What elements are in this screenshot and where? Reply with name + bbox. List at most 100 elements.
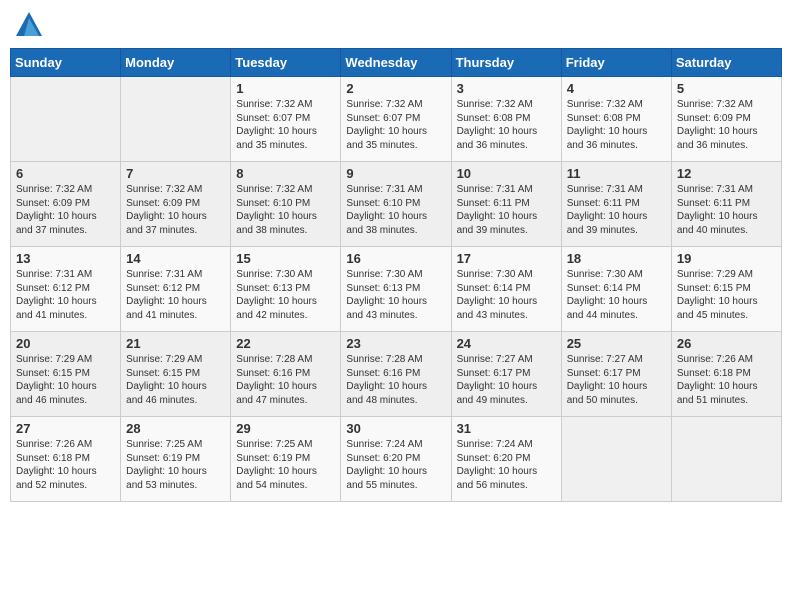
day-header-saturday: Saturday [671,49,781,77]
calendar-cell: 11 Sunrise: 7:31 AM Sunset: 6:11 PM Dayli… [561,162,671,247]
cell-content: Sunrise: 7:26 AM Sunset: 6:18 PM Dayligh… [677,353,776,407]
day-number: 23 [346,336,445,351]
calendar-week-5: 27 Sunrise: 7:26 AM Sunset: 6:18 PM Dayli… [11,417,782,502]
cell-content: Sunrise: 7:24 AM Sunset: 6:20 PM Dayligh… [346,438,445,492]
cell-content: Sunrise: 7:32 AM Sunset: 6:07 PM Dayligh… [346,98,445,152]
logo-icon [14,10,44,40]
calendar-cell: 27 Sunrise: 7:26 AM Sunset: 6:18 PM Dayli… [11,417,121,502]
calendar-cell: 20 Sunrise: 7:29 AM Sunset: 6:15 PM Dayli… [11,332,121,417]
cell-content: Sunrise: 7:26 AM Sunset: 6:18 PM Dayligh… [16,438,115,492]
calendar-cell [11,77,121,162]
day-header-monday: Monday [121,49,231,77]
cell-content: Sunrise: 7:31 AM Sunset: 6:11 PM Dayligh… [677,183,776,237]
cell-content: Sunrise: 7:32 AM Sunset: 6:09 PM Dayligh… [16,183,115,237]
page-header [10,10,782,40]
day-number: 18 [567,251,666,266]
calendar-cell: 14 Sunrise: 7:31 AM Sunset: 6:12 PM Dayli… [121,247,231,332]
day-number: 7 [126,166,225,181]
day-header-friday: Friday [561,49,671,77]
day-number: 30 [346,421,445,436]
cell-content: Sunrise: 7:25 AM Sunset: 6:19 PM Dayligh… [126,438,225,492]
cell-content: Sunrise: 7:27 AM Sunset: 6:17 PM Dayligh… [457,353,556,407]
cell-content: Sunrise: 7:29 AM Sunset: 6:15 PM Dayligh… [16,353,115,407]
cell-content: Sunrise: 7:32 AM Sunset: 6:10 PM Dayligh… [236,183,335,237]
day-header-wednesday: Wednesday [341,49,451,77]
day-number: 28 [126,421,225,436]
day-header-sunday: Sunday [11,49,121,77]
day-number: 22 [236,336,335,351]
calendar-cell: 4 Sunrise: 7:32 AM Sunset: 6:08 PM Daylig… [561,77,671,162]
cell-content: Sunrise: 7:31 AM Sunset: 6:12 PM Dayligh… [126,268,225,322]
calendar-week-4: 20 Sunrise: 7:29 AM Sunset: 6:15 PM Dayli… [11,332,782,417]
day-number: 10 [457,166,556,181]
cell-content: Sunrise: 7:29 AM Sunset: 6:15 PM Dayligh… [677,268,776,322]
calendar-week-2: 6 Sunrise: 7:32 AM Sunset: 6:09 PM Daylig… [11,162,782,247]
day-number: 1 [236,81,335,96]
cell-content: Sunrise: 7:32 AM Sunset: 6:08 PM Dayligh… [567,98,666,152]
day-header-thursday: Thursday [451,49,561,77]
day-number: 20 [16,336,115,351]
cell-content: Sunrise: 7:29 AM Sunset: 6:15 PM Dayligh… [126,353,225,407]
cell-content: Sunrise: 7:24 AM Sunset: 6:20 PM Dayligh… [457,438,556,492]
calendar-cell: 16 Sunrise: 7:30 AM Sunset: 6:13 PM Dayli… [341,247,451,332]
day-number: 24 [457,336,556,351]
cell-content: Sunrise: 7:31 AM Sunset: 6:11 PM Dayligh… [567,183,666,237]
day-number: 6 [16,166,115,181]
calendar-cell: 24 Sunrise: 7:27 AM Sunset: 6:17 PM Dayli… [451,332,561,417]
calendar-cell: 13 Sunrise: 7:31 AM Sunset: 6:12 PM Dayli… [11,247,121,332]
calendar-cell: 30 Sunrise: 7:24 AM Sunset: 6:20 PM Dayli… [341,417,451,502]
day-number: 9 [346,166,445,181]
day-number: 8 [236,166,335,181]
calendar-cell: 7 Sunrise: 7:32 AM Sunset: 6:09 PM Daylig… [121,162,231,247]
calendar-cell: 21Sunrise: 7:29 AM Sunset: 6:15 PM Dayli… [121,332,231,417]
cell-content: Sunrise: 7:31 AM Sunset: 6:10 PM Dayligh… [346,183,445,237]
cell-content: Sunrise: 7:28 AM Sunset: 6:16 PM Dayligh… [346,353,445,407]
calendar-cell: 12Sunrise: 7:31 AM Sunset: 6:11 PM Dayli… [671,162,781,247]
calendar-cell: 25Sunrise: 7:27 AM Sunset: 6:17 PM Dayli… [561,332,671,417]
cell-content: Sunrise: 7:32 AM Sunset: 6:09 PM Dayligh… [126,183,225,237]
day-number: 14 [126,251,225,266]
calendar-cell: 15 Sunrise: 7:30 AM Sunset: 6:13 PM Dayli… [231,247,341,332]
calendar-cell: 17 Sunrise: 7:30 AM Sunset: 6:14 PM Dayli… [451,247,561,332]
day-number: 3 [457,81,556,96]
cell-content: Sunrise: 7:31 AM Sunset: 6:11 PM Dayligh… [457,183,556,237]
day-number: 27 [16,421,115,436]
day-number: 11 [567,166,666,181]
calendar-header-row: SundayMondayTuesdayWednesdayThursdayFrid… [11,49,782,77]
day-number: 5 [677,81,776,96]
cell-content: Sunrise: 7:30 AM Sunset: 6:13 PM Dayligh… [346,268,445,322]
calendar-cell: 9 Sunrise: 7:31 AM Sunset: 6:10 PM Daylig… [341,162,451,247]
cell-content: Sunrise: 7:27 AM Sunset: 6:17 PM Dayligh… [567,353,666,407]
day-number: 13 [16,251,115,266]
cell-content: Sunrise: 7:30 AM Sunset: 6:14 PM Dayligh… [457,268,556,322]
day-number: 4 [567,81,666,96]
cell-content: Sunrise: 7:30 AM Sunset: 6:14 PM Dayligh… [567,268,666,322]
cell-content: Sunrise: 7:32 AM Sunset: 6:08 PM Dayligh… [457,98,556,152]
calendar-cell [671,417,781,502]
calendar-cell: 22 Sunrise: 7:28 AM Sunset: 6:16 PM Dayli… [231,332,341,417]
day-number: 29 [236,421,335,436]
calendar-cell: 29Sunrise: 7:25 AM Sunset: 6:19 PM Dayli… [231,417,341,502]
calendar-cell: 6 Sunrise: 7:32 AM Sunset: 6:09 PM Daylig… [11,162,121,247]
cell-content: Sunrise: 7:30 AM Sunset: 6:13 PM Dayligh… [236,268,335,322]
day-number: 17 [457,251,556,266]
day-number: 16 [346,251,445,266]
calendar-cell: 2Sunrise: 7:32 AM Sunset: 6:07 PM Daylig… [341,77,451,162]
calendar-cell [561,417,671,502]
day-number: 15 [236,251,335,266]
calendar-cell: 8 Sunrise: 7:32 AM Sunset: 6:10 PM Daylig… [231,162,341,247]
cell-content: Sunrise: 7:28 AM Sunset: 6:16 PM Dayligh… [236,353,335,407]
calendar-cell: 26 Sunrise: 7:26 AM Sunset: 6:18 PM Dayli… [671,332,781,417]
calendar-cell: 19Sunrise: 7:29 AM Sunset: 6:15 PM Dayli… [671,247,781,332]
cell-content: Sunrise: 7:32 AM Sunset: 6:07 PM Dayligh… [236,98,335,152]
day-number: 26 [677,336,776,351]
day-number: 31 [457,421,556,436]
calendar-cell: 10 Sunrise: 7:31 AM Sunset: 6:11 PM Dayli… [451,162,561,247]
calendar-week-3: 13 Sunrise: 7:31 AM Sunset: 6:12 PM Dayli… [11,247,782,332]
calendar: SundayMondayTuesdayWednesdayThursdayFrid… [10,48,782,502]
calendar-cell: 31 Sunrise: 7:24 AM Sunset: 6:20 PM Dayli… [451,417,561,502]
logo [14,10,48,40]
calendar-cell: 28 Sunrise: 7:25 AM Sunset: 6:19 PM Dayli… [121,417,231,502]
calendar-cell: 18 Sunrise: 7:30 AM Sunset: 6:14 PM Dayli… [561,247,671,332]
cell-content: Sunrise: 7:31 AM Sunset: 6:12 PM Dayligh… [16,268,115,322]
